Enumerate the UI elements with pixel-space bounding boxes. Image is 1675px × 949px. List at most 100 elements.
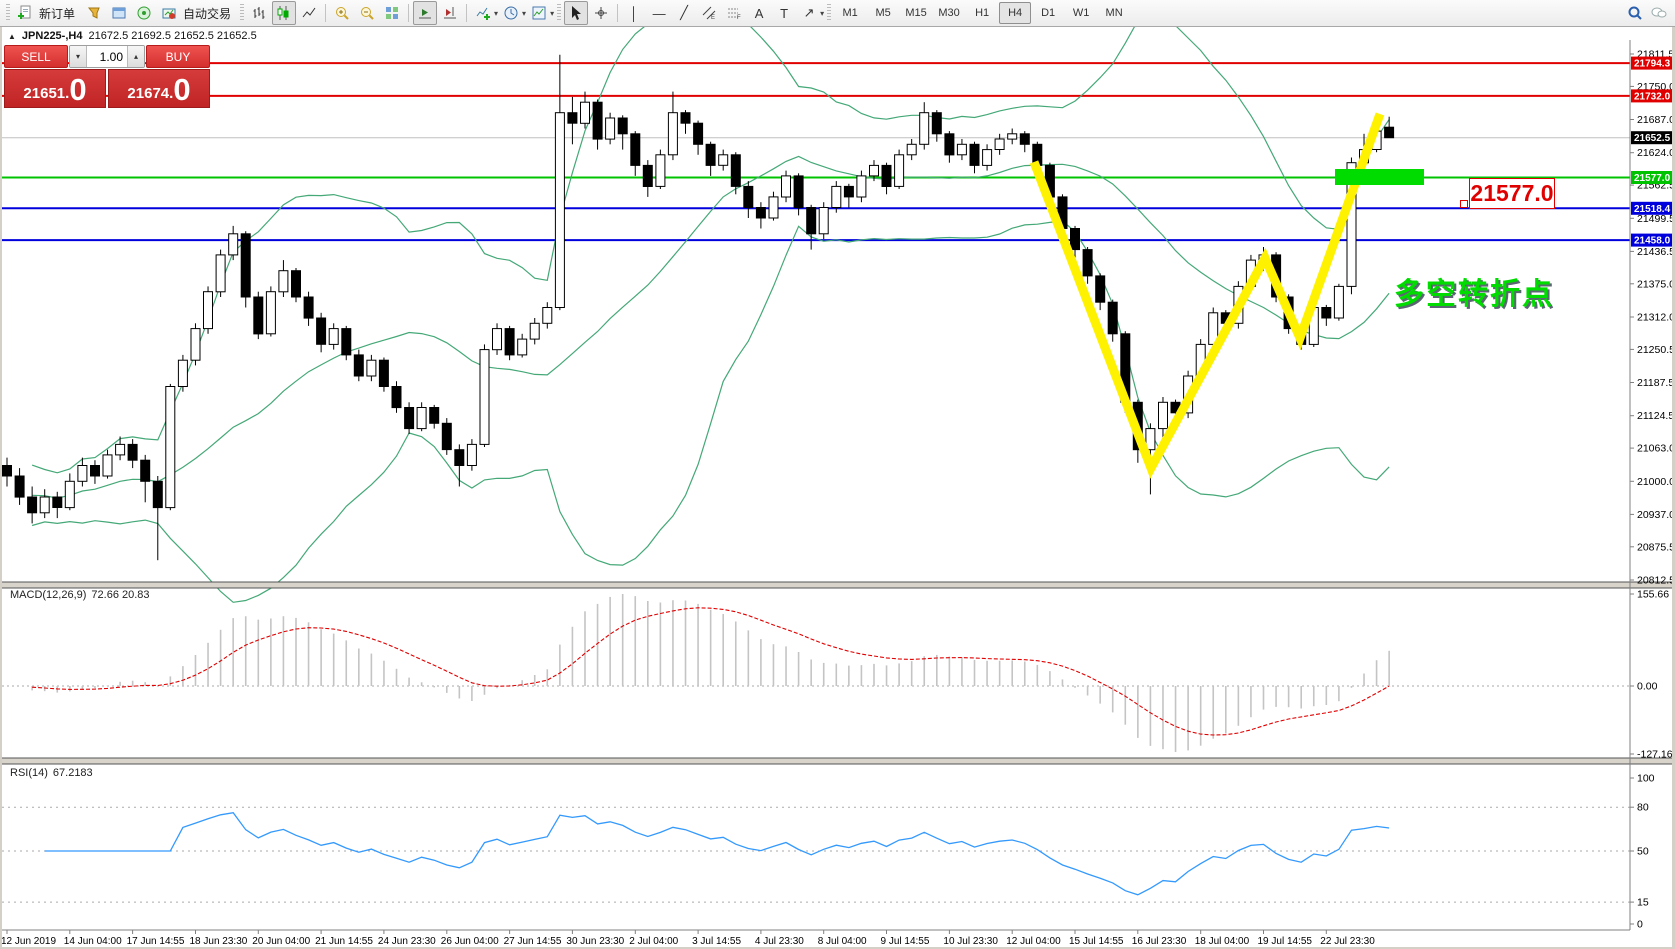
svg-text:21063.0: 21063.0 (1637, 443, 1672, 455)
svg-text:15 Jul 14:55: 15 Jul 14:55 (1069, 936, 1124, 947)
collapse-icon[interactable]: ▲ (8, 32, 16, 41)
timeframe-mn-button[interactable]: MN (1098, 2, 1130, 24)
arrows-caret[interactable]: ▾ (820, 9, 824, 18)
volume-input[interactable] (87, 46, 127, 67)
sell-price-pip: 0 (69, 75, 86, 104)
volume-down-button[interactable]: ▾ (70, 46, 87, 67)
indicators-caret[interactable]: ▾ (494, 9, 498, 18)
periods-icon[interactable] (499, 1, 523, 25)
auto-trading-label[interactable]: 自动交易 (183, 5, 231, 22)
svg-text:20937.0: 20937.0 (1637, 509, 1672, 521)
svg-text:2 Jul 04:00: 2 Jul 04:00 (629, 936, 678, 947)
svg-text:12 Jun 2019: 12 Jun 2019 (2, 936, 56, 947)
timeframe-d1-button[interactable]: D1 (1032, 2, 1064, 24)
templates-icon[interactable] (527, 1, 551, 25)
toolbar-grip[interactable] (6, 4, 10, 22)
history-center-icon[interactable] (82, 1, 106, 25)
macd-header: MACD(12,26,9) 72.66 20.83 (10, 589, 150, 601)
timeframe-m1-button[interactable]: M1 (834, 2, 866, 24)
svg-text:12 Jul 04:00: 12 Jul 04:00 (1006, 936, 1061, 947)
svg-text:20 Jun 04:00: 20 Jun 04:00 (252, 936, 310, 947)
horizontal-line-tool-icon[interactable]: — (647, 1, 671, 25)
buy-price-pip: 0 (173, 75, 190, 104)
timeframe-m15-button[interactable]: M15 (900, 2, 932, 24)
buy-button[interactable]: BUY (146, 45, 210, 68)
svg-text:21436.5: 21436.5 (1637, 246, 1672, 258)
market-watch-icon[interactable] (107, 1, 131, 25)
timeframe-h1-button[interactable]: H1 (966, 2, 998, 24)
signals-icon[interactable] (132, 1, 156, 25)
svg-text:21652.5: 21652.5 (1634, 133, 1671, 144)
one-click-trading-panel: SELL ▾ ▴ BUY 21651.0 21674.0 (4, 45, 210, 108)
macd-name: MACD(12,26,9) (10, 589, 86, 601)
toolbar-grip[interactable] (827, 4, 831, 22)
svg-text:E: E (711, 15, 715, 21)
equidistant-channel-tool-icon[interactable]: E (697, 1, 721, 25)
fibonacci-tool-icon[interactable]: F (722, 1, 746, 25)
vertical-line-tool-icon[interactable]: │ (622, 1, 646, 25)
tile-windows-icon[interactable] (380, 1, 404, 25)
line-chart-icon[interactable] (297, 1, 321, 25)
indicators-icon[interactable] (471, 1, 495, 25)
templates-caret[interactable]: ▾ (550, 9, 554, 18)
svg-text:24 Jun 23:30: 24 Jun 23:30 (378, 936, 436, 947)
svg-text:21250.5: 21250.5 (1637, 344, 1672, 356)
crosshair-icon[interactable] (589, 1, 613, 25)
new-order-label[interactable]: 新订单 (39, 5, 75, 22)
chart-title: ▲ JPN225-,H4 21672.5 21692.5 21652.5 216… (8, 30, 257, 42)
volume-stepper: ▾ ▴ (69, 45, 145, 68)
arrows-tool-icon[interactable]: ↗ (797, 1, 821, 25)
trendline-tool-icon[interactable]: ╱ (672, 1, 696, 25)
periods-caret[interactable]: ▾ (522, 9, 526, 18)
timeframe-m30-button[interactable]: M30 (933, 2, 965, 24)
svg-text:80: 80 (1637, 802, 1649, 814)
toolbar-grip[interactable] (240, 4, 244, 22)
text-label-tool-icon[interactable]: T (772, 1, 796, 25)
sell-button[interactable]: SELL (4, 45, 68, 68)
svg-text:21312.0: 21312.0 (1637, 312, 1672, 324)
svg-text:16 Jul 23:30: 16 Jul 23:30 (1132, 936, 1187, 947)
top-toolbar: 新订单 自动交易 ▾ ▾ ▾ (0, 0, 1675, 27)
svg-text:8 Jul 04:00: 8 Jul 04:00 (818, 936, 867, 947)
volume-up-button[interactable]: ▴ (127, 46, 144, 67)
svg-text:21000.0: 21000.0 (1637, 476, 1672, 488)
svg-text:0.00: 0.00 (1637, 681, 1658, 693)
svg-text:18 Jun 23:30: 18 Jun 23:30 (190, 936, 248, 947)
svg-text:10 Jul 23:30: 10 Jul 23:30 (943, 936, 998, 947)
rsi-header: RSI(14) 67.2183 (10, 767, 93, 779)
svg-text:17 Jun 14:55: 17 Jun 14:55 (127, 936, 185, 947)
svg-text:3 Jul 14:55: 3 Jul 14:55 (692, 936, 741, 947)
svg-text:30 Jun 23:30: 30 Jun 23:30 (566, 936, 624, 947)
svg-text:20812.5: 20812.5 (1637, 575, 1672, 587)
search-icon[interactable] (1623, 1, 1647, 25)
chart-shift-icon[interactable] (438, 1, 462, 25)
price-callout-box[interactable]: 21577.0 (1469, 178, 1555, 209)
macd-values: 72.66 20.83 (91, 589, 149, 601)
zoom-out-icon[interactable] (355, 1, 379, 25)
sell-price: 21651 (23, 84, 65, 104)
buy-price-box[interactable]: 21674.0 (108, 69, 210, 108)
text-tool-icon[interactable]: A (747, 1, 771, 25)
svg-text:155.66: 155.66 (1637, 589, 1669, 601)
chat-icon[interactable] (1647, 1, 1671, 25)
auto-scroll-icon[interactable] (413, 1, 437, 25)
svg-text:21732.0: 21732.0 (1634, 91, 1671, 102)
svg-text:21458.0: 21458.0 (1634, 236, 1671, 247)
auto-trading-icon[interactable] (157, 1, 181, 25)
ohlc-values: 21672.5 21692.5 21652.5 21652.5 (88, 30, 256, 42)
zoom-in-icon[interactable] (330, 1, 354, 25)
cursor-icon[interactable] (564, 1, 588, 25)
svg-text:21187.5: 21187.5 (1637, 377, 1672, 389)
timeframe-m5-button[interactable]: M5 (867, 2, 899, 24)
timeframe-h4-button[interactable]: H4 (999, 2, 1031, 24)
bar-chart-icon[interactable] (247, 1, 271, 25)
pivot-annotation[interactable]: 多空转折点 (1394, 269, 1554, 313)
new-order-icon[interactable] (13, 1, 37, 25)
candlestick-chart-icon[interactable] (272, 1, 296, 25)
toolbar-grip[interactable] (557, 4, 561, 22)
chart-window: 21811.521750.021687.021624.021562.521499… (0, 27, 1675, 949)
svg-text:20875.5: 20875.5 (1637, 541, 1672, 553)
timeframe-w1-button[interactable]: W1 (1065, 2, 1097, 24)
sell-price-box[interactable]: 21651.0 (4, 69, 106, 108)
chart-canvas[interactable]: 21811.521750.021687.021624.021562.521499… (2, 27, 1672, 947)
